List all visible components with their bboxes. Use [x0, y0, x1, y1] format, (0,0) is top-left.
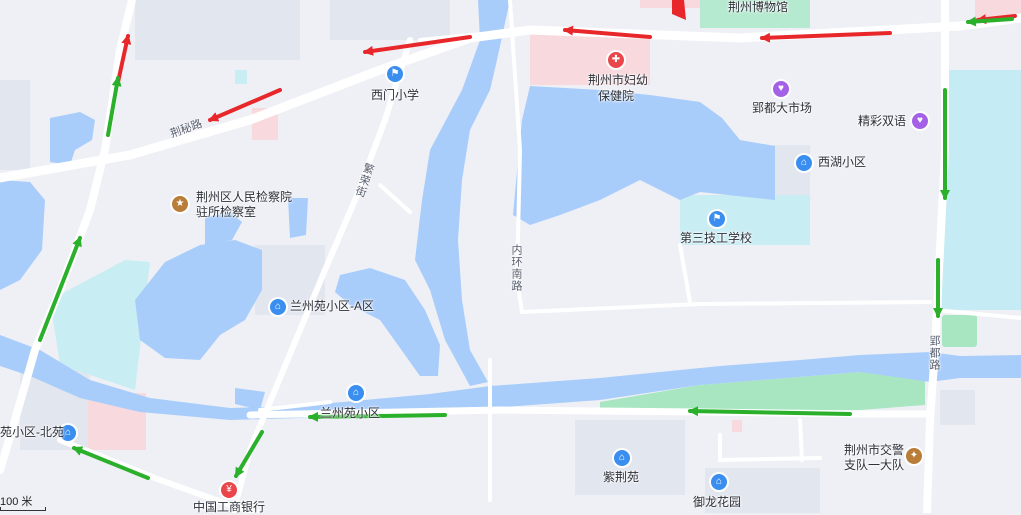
poi-label-traffic-police[interactable]: 荆州市交警	[844, 443, 904, 458]
poi-label-procuratorate-2[interactable]: 驻所检察室	[196, 205, 256, 220]
poi-label-procuratorate[interactable]: 荆州区人民检察院	[196, 190, 292, 205]
scale-bar-line	[0, 507, 46, 511]
shopping-icon[interactable]: ♥	[773, 81, 789, 97]
poi-label-jingcai[interactable]: 精彩双语	[858, 114, 906, 129]
poi-label-traffic-police-2[interactable]: 支队一大队	[844, 458, 904, 473]
bank-icon[interactable]: ¥	[221, 482, 237, 498]
government-icon[interactable]: ★	[172, 196, 188, 212]
poi-label-hospital-2[interactable]: 保健院	[598, 89, 634, 104]
road-label-neihuan: 内环南路	[510, 244, 522, 292]
residential-icon[interactable]: ⌂	[796, 155, 812, 171]
school-icon[interactable]: ⚑	[709, 211, 725, 227]
poi-label-xihu[interactable]: 西湖小区	[818, 155, 866, 170]
poi-label-school-ximen[interactable]: 西门小学	[371, 88, 419, 103]
hospital-icon[interactable]: ✚	[608, 52, 624, 68]
residential-icon[interactable]: ⌂	[348, 385, 364, 401]
police-icon[interactable]: ✦	[906, 448, 922, 464]
residential-icon[interactable]: ⌂	[614, 450, 630, 466]
poi-label-lanzhou-a[interactable]: 兰州苑小区-A区	[290, 299, 374, 314]
shopping-icon[interactable]: ♥	[912, 113, 928, 129]
poi-label-north[interactable]: 苑小区-北苑	[0, 425, 64, 440]
residential-icon[interactable]: ⌂	[711, 474, 727, 490]
residential-icon[interactable]: ⌂	[270, 299, 286, 315]
poi-label-lanzhou[interactable]: 兰州苑小区	[320, 406, 380, 421]
scale-bar: 100 米	[0, 493, 46, 511]
poi-label-zijing[interactable]: 紫荆苑	[603, 470, 639, 485]
road-label-yingdu: 郢都路	[928, 335, 940, 371]
poi-label-museum[interactable]: 荆州博物馆	[728, 0, 788, 15]
poi-label-tech-school[interactable]: 第三技工学校	[680, 231, 752, 246]
poi-label-market[interactable]: 郢都大市场	[752, 101, 812, 116]
poi-label-hospital[interactable]: 荆州市妇幼	[588, 73, 648, 88]
school-icon[interactable]: ⚑	[387, 66, 403, 82]
poi-label-yulong[interactable]: 御龙花园	[693, 495, 741, 510]
